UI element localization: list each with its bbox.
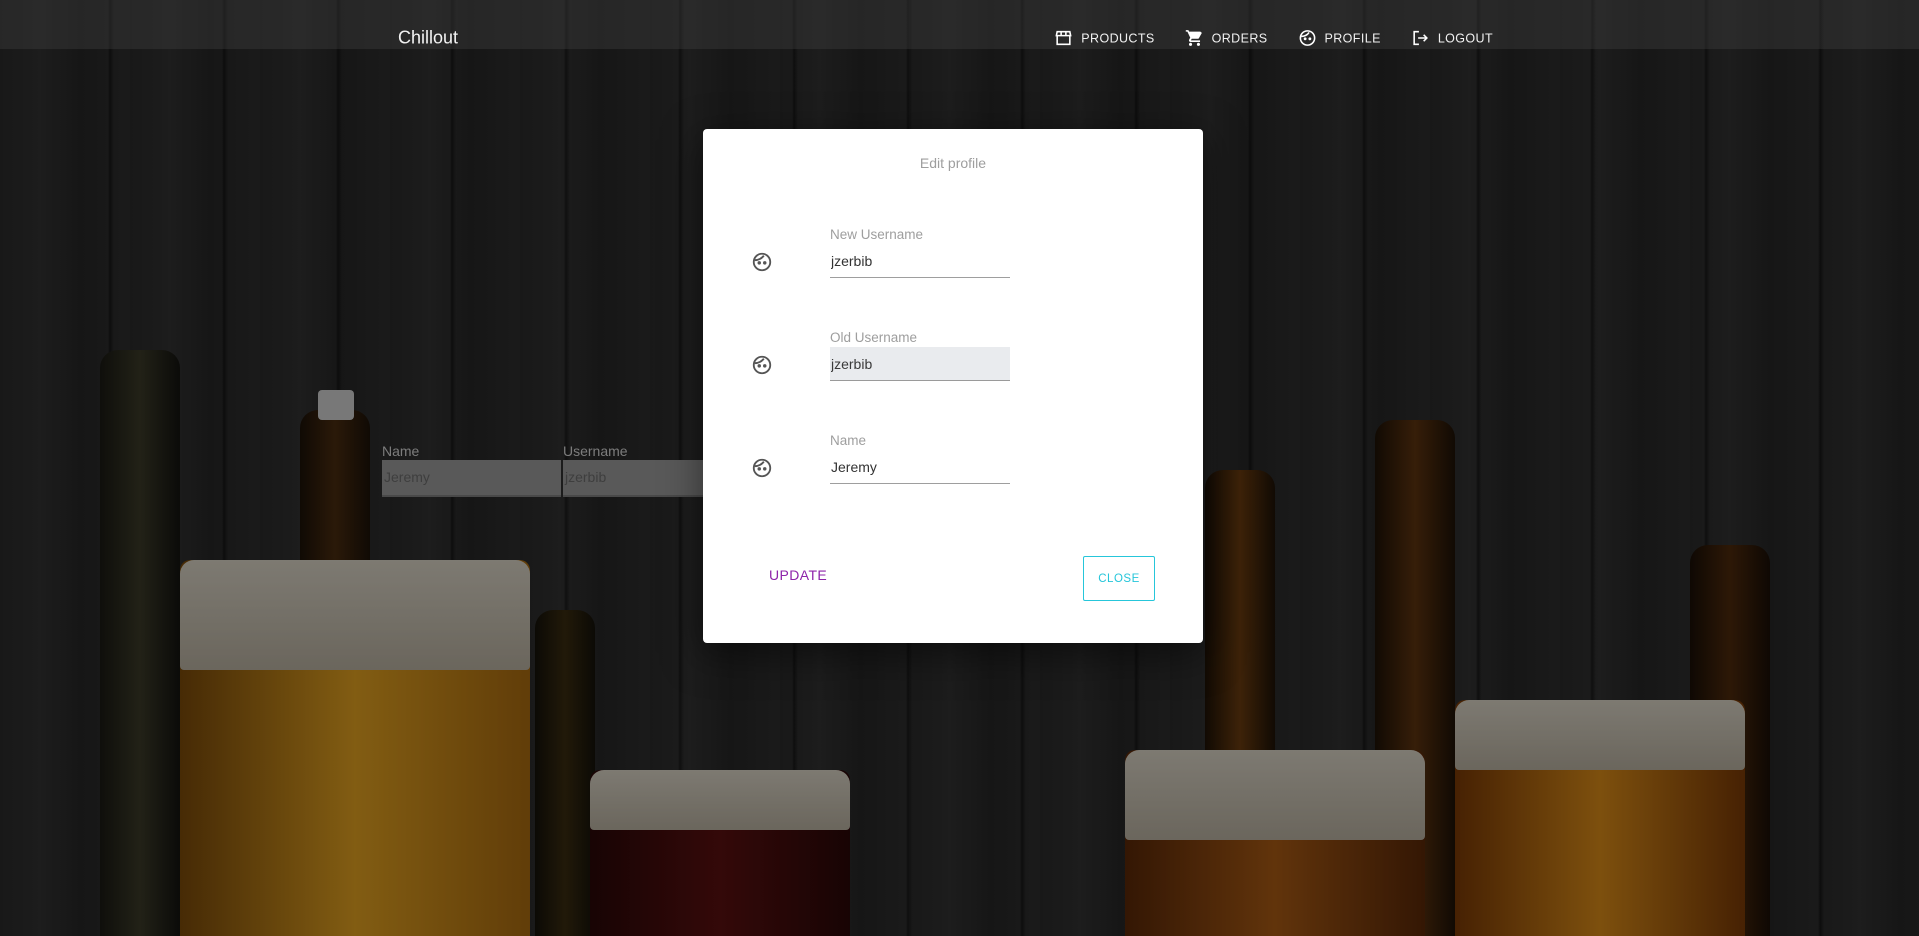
update-button[interactable]: UPDATE	[761, 561, 835, 589]
modal-title: Edit profile	[919, 155, 987, 171]
nav-products[interactable]: PRODUCTS	[1054, 29, 1154, 48]
old-username-label: Old Username	[830, 330, 918, 345]
close-button[interactable]: CLOSE	[1083, 556, 1155, 601]
face-icon	[752, 252, 772, 272]
nav-logout-label: LOGOUT	[1437, 31, 1493, 45]
store-icon	[1055, 30, 1072, 46]
nav-orders[interactable]: ORDERS	[1185, 29, 1268, 48]
name-label: Name	[830, 433, 867, 448]
old-username-input	[830, 347, 1010, 381]
brand-logo[interactable]: Chillout	[398, 28, 458, 49]
new-username-label: New Username	[830, 227, 924, 242]
nav-orders-label: ORDERS	[1211, 31, 1268, 45]
face-icon	[752, 355, 772, 375]
face-icon	[1299, 30, 1315, 46]
new-username-field: New Username	[747, 227, 1010, 287]
edit-profile-modal: Edit profile New Username Old Username N…	[703, 129, 1203, 643]
nav-profile-label: PROFILE	[1324, 31, 1381, 45]
nav-logout[interactable]: LOGOUT	[1411, 29, 1493, 48]
nav-menu: PRODUCTS ORDERS PROFILE LOGOUT	[1054, 29, 1493, 48]
face-icon	[752, 458, 772, 478]
top-navbar: Chillout PRODUCTS ORDERS PROFILE LOGOUT	[0, 0, 1919, 49]
logout-icon	[1413, 30, 1428, 46]
name-field: Name	[747, 433, 1010, 493]
nav-profile[interactable]: PROFILE	[1298, 29, 1381, 48]
name-input[interactable]	[830, 450, 1010, 484]
cart-icon	[1185, 30, 1202, 46]
nav-products-label: PRODUCTS	[1081, 31, 1155, 45]
old-username-field: Old Username	[747, 330, 1010, 390]
new-username-input[interactable]	[830, 244, 1010, 278]
